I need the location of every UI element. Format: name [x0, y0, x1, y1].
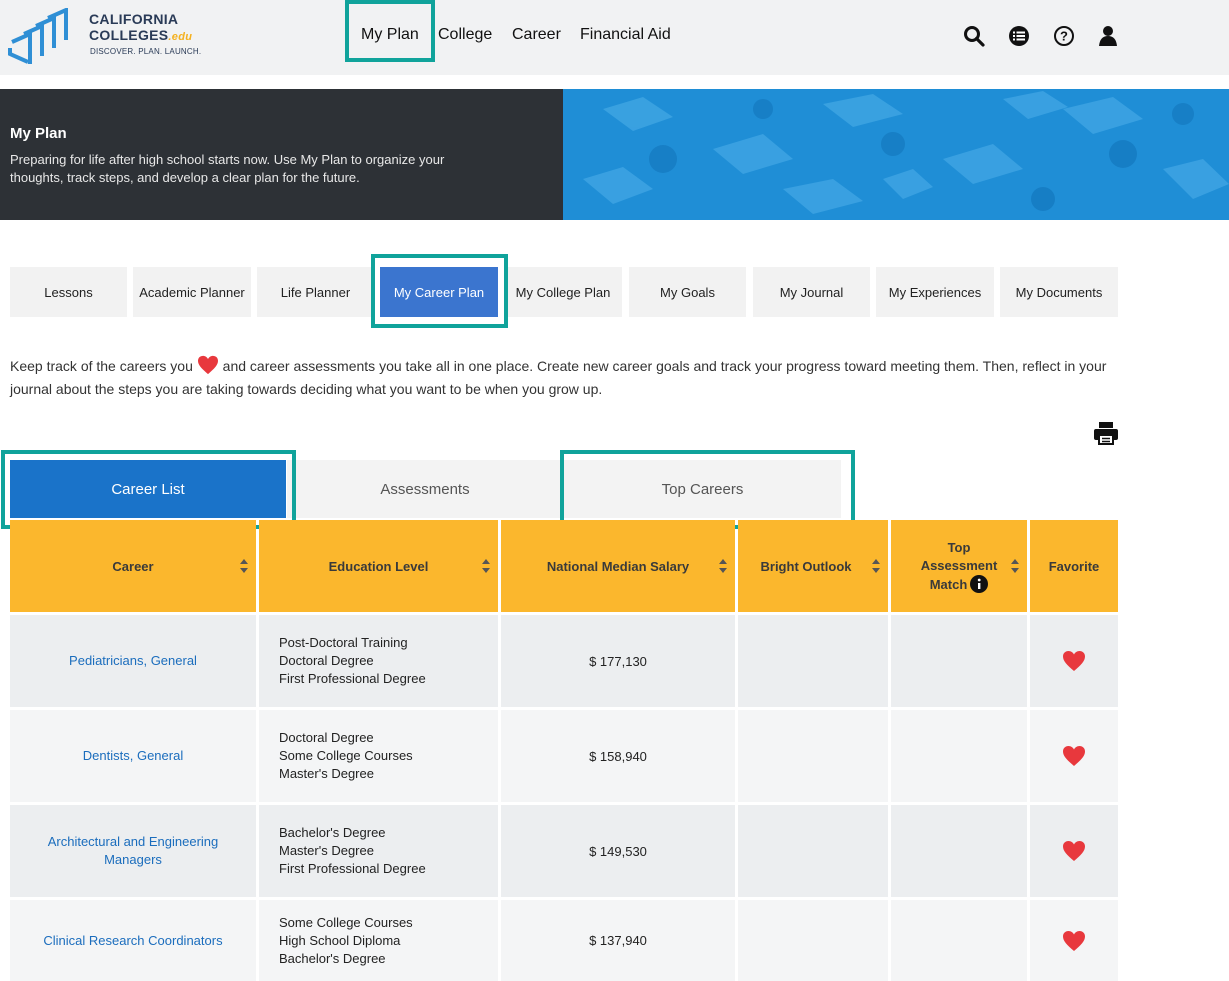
logo-line1: CALIFORNIA — [89, 11, 179, 27]
favorite-heart-icon[interactable] — [1062, 745, 1086, 767]
logo-tagline: DISCOVER. PLAN. LAUNCH. — [90, 47, 202, 56]
favorite-cell — [1030, 900, 1118, 981]
column-header-salary-label: National Median Salary — [546, 558, 690, 574]
intro-paragraph: Keep track of the careers you and career… — [10, 355, 1125, 401]
salary-cell: $ 158,940 — [501, 710, 735, 802]
salary-cell: $ 149,530 — [501, 805, 735, 897]
subtab-my-experiences[interactable]: My Experiences — [876, 267, 994, 317]
nav-career[interactable]: Career — [512, 26, 561, 44]
bright-outlook-cell — [738, 900, 888, 981]
education-level-item: Master's Degree — [279, 766, 374, 781]
column-header-salary[interactable]: National Median Salary — [501, 520, 735, 612]
sort-icon[interactable] — [719, 559, 727, 573]
salary-cell: $ 177,130 — [501, 615, 735, 707]
highlight-my-career-plan — [371, 254, 508, 328]
column-header-top-assessment-match[interactable]: Top Assessment Match — [891, 520, 1027, 612]
favorite-cell — [1030, 805, 1118, 897]
education-level-item: Post-Doctoral Training — [279, 635, 408, 650]
assessment-match-cell — [891, 900, 1027, 981]
bright-outlook-cell — [738, 805, 888, 897]
column-header-favorite: Favorite — [1030, 520, 1118, 612]
sort-icon[interactable] — [240, 559, 248, 573]
help-icon[interactable]: ? — [1053, 25, 1075, 47]
subtab-my-documents[interactable]: My Documents — [1000, 267, 1118, 317]
career-link[interactable]: Architectural and Engineering Managers — [10, 805, 256, 897]
education-level-item: Doctoral Degree — [279, 653, 374, 668]
column-header-education-label: Education Level — [328, 558, 429, 574]
education-level-item: Bachelor's Degree — [279, 825, 386, 840]
page-description: Preparing for life after high school sta… — [10, 152, 445, 185]
print-icon[interactable] — [1093, 421, 1119, 445]
column-header-career[interactable]: Career — [10, 520, 256, 612]
subtab-my-goals[interactable]: My Goals — [629, 267, 746, 317]
sort-icon[interactable] — [482, 559, 490, 573]
education-level-cell: Post-Doctoral Training Doctoral Degree Fir… — [259, 615, 498, 707]
career-link[interactable]: Dentists, General — [10, 710, 256, 802]
logo-line2: COLLEGES.edu — [89, 27, 193, 43]
subtab-my-journal[interactable]: My Journal — [753, 267, 870, 317]
education-level-item: High School Diploma — [279, 932, 401, 948]
assessment-match-cell — [891, 710, 1027, 802]
logo-mark-icon — [8, 6, 68, 64]
highlight-top-careers — [560, 450, 855, 529]
column-header-top-label-1: Top — [947, 539, 971, 555]
education-level-cell: Bachelor's Degree Master's Degree First Pr… — [259, 805, 498, 897]
menu-list-icon[interactable] — [1008, 25, 1030, 47]
education-level-item: Doctoral Degree — [279, 730, 374, 745]
banner-image — [563, 89, 1229, 220]
assessment-match-cell — [891, 805, 1027, 897]
highlight-career-list — [1, 450, 296, 529]
education-level-item: First Professional Degree — [279, 671, 426, 686]
graduation-caps-pattern — [563, 89, 1229, 220]
user-icon[interactable] — [1097, 25, 1119, 47]
column-header-bright-outlook[interactable]: Bright Outlook — [738, 520, 888, 612]
assessment-match-cell — [891, 615, 1027, 707]
nav-financial-aid[interactable]: Financial Aid — [580, 26, 671, 44]
favorite-cell — [1030, 615, 1118, 707]
info-icon[interactable] — [970, 574, 989, 593]
education-level-item: Some College Courses — [279, 748, 413, 763]
favorite-heart-icon[interactable] — [1062, 840, 1086, 862]
favorite-cell — [1030, 710, 1118, 802]
heart-icon — [197, 355, 218, 375]
education-level-item: Master's Degree — [279, 843, 374, 858]
intro-text-start: Keep track of the careers you — [10, 358, 193, 374]
tab-assessments[interactable]: Assessments — [287, 460, 563, 518]
education-level-item: First Professional Degree — [279, 861, 426, 876]
column-header-education-level[interactable]: Education Level — [259, 520, 498, 612]
career-link[interactable]: Pediatricians, General — [10, 615, 256, 707]
subtab-life-planner[interactable]: Life Planner — [257, 267, 374, 317]
svg-text:?: ? — [1060, 29, 1068, 44]
search-icon[interactable] — [963, 25, 985, 47]
education-level-item: Bachelor's Degree — [279, 950, 386, 966]
nav-college[interactable]: College — [438, 26, 492, 44]
salary-cell: $ 137,940 — [501, 900, 735, 981]
page-title: My Plan — [10, 125, 67, 142]
column-header-career-label: Career — [112, 558, 154, 574]
column-header-favorite-label: Favorite — [1048, 558, 1100, 574]
site-header: CALIFORNIA COLLEGES.edu DISCOVER. PLAN. … — [0, 0, 1229, 75]
banner-text-panel: My Plan Preparing for life after high sc… — [0, 89, 563, 220]
highlight-my-plan — [345, 0, 435, 62]
column-header-outlook-label: Bright Outlook — [760, 558, 852, 574]
career-link[interactable]: Clinical Research Coordinators — [10, 900, 256, 981]
favorite-heart-icon[interactable] — [1062, 930, 1086, 952]
column-header-top-label-3: Match — [930, 574, 989, 594]
sort-icon[interactable] — [872, 559, 880, 573]
california-colleges-logo[interactable]: CALIFORNIA COLLEGES.edu DISCOVER. PLAN. … — [8, 6, 208, 68]
bright-outlook-cell — [738, 710, 888, 802]
education-level-cell: Doctoral Degree Some College Courses Maste… — [259, 710, 498, 802]
subtab-academic-planner[interactable]: Academic Planner — [133, 267, 251, 317]
subtab-my-college-plan[interactable]: My College Plan — [504, 267, 622, 317]
sort-icon[interactable] — [1011, 559, 1019, 573]
education-level-item: Some College Courses — [279, 914, 413, 930]
column-header-top-label-2: Assessment — [920, 557, 998, 573]
favorite-heart-icon[interactable] — [1062, 650, 1086, 672]
subtab-lessons[interactable]: Lessons — [10, 267, 127, 317]
education-level-cell: Some College Courses High School Diploma B… — [259, 900, 498, 981]
bright-outlook-cell — [738, 615, 888, 707]
